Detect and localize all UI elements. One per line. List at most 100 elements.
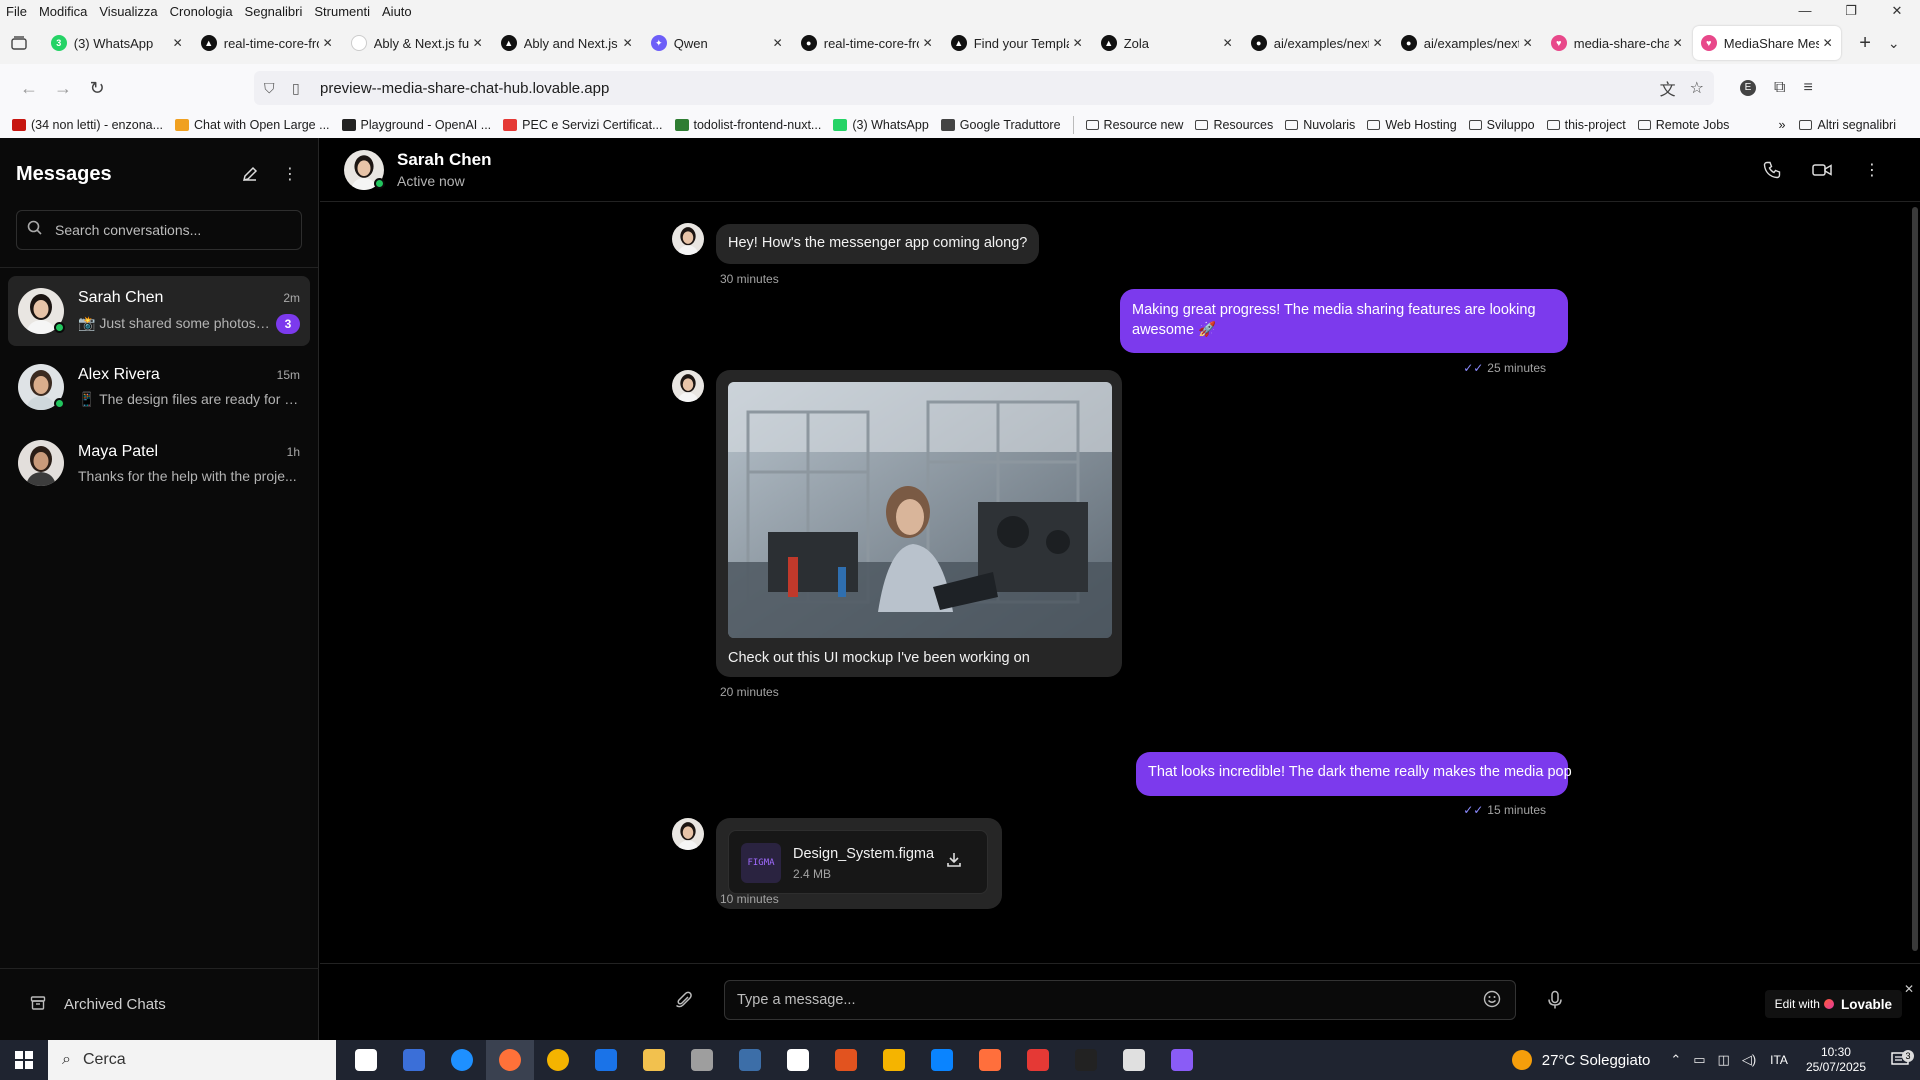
browser-tab[interactable]: 3 (3) WhatsApp ✕ bbox=[43, 26, 191, 60]
tab-list-icon[interactable] bbox=[6, 29, 33, 57]
archived-chats-button[interactable]: Archived Chats bbox=[0, 968, 319, 1040]
conversation-item[interactable]: Sarah Chen 2m 📸 Just shared some photos ..… bbox=[8, 276, 310, 346]
menu-cronologia[interactable]: Cronologia bbox=[164, 4, 239, 19]
chevron-up-icon[interactable]: ⌃ bbox=[1670, 1052, 1681, 1068]
bookmark-link[interactable]: PEC e Servizi Certificat... bbox=[503, 118, 663, 132]
search-input[interactable] bbox=[55, 222, 291, 238]
avatar[interactable] bbox=[344, 149, 385, 190]
browser-tab[interactable]: ▲ Find your Templat ✕ bbox=[943, 26, 1091, 60]
message-input-box[interactable] bbox=[724, 980, 1516, 1020]
menu-strumenti[interactable]: Strumenti bbox=[308, 4, 376, 19]
browser-tab[interactable]: ▲ Ably and Next.js S ✕ bbox=[493, 26, 641, 60]
notepad-icon[interactable] bbox=[774, 1040, 822, 1080]
download-icon[interactable] bbox=[945, 851, 965, 871]
task-view-icon[interactable] bbox=[342, 1040, 390, 1080]
volume-icon[interactable]: ◁) bbox=[1742, 1052, 1756, 1068]
bookmark-link[interactable]: (34 non letti) - enzona... bbox=[12, 118, 163, 132]
menu-modifica[interactable]: Modifica bbox=[33, 4, 93, 19]
back-icon[interactable]: ← bbox=[12, 73, 46, 103]
menu-visualizza[interactable]: Visualizza bbox=[93, 4, 163, 19]
bookmark-link[interactable]: Google Traduttore bbox=[940, 118, 1061, 132]
weather-widget[interactable]: 27°C Soleggiato bbox=[1511, 1050, 1650, 1070]
bookmark-link[interactable]: todolist-frontend-nuxt... bbox=[674, 118, 821, 132]
bookmark-folder[interactable]: Nuvolaris bbox=[1285, 118, 1355, 132]
profile-icon[interactable]: E bbox=[1740, 80, 1756, 96]
message-input[interactable] bbox=[737, 992, 1483, 1008]
taskbar-search[interactable]: ⌕ Cerca bbox=[48, 1040, 336, 1080]
app-icon[interactable] bbox=[822, 1040, 870, 1080]
app-icon[interactable] bbox=[726, 1040, 774, 1080]
message-bubble[interactable]: Making great progress! The media sharing… bbox=[1120, 289, 1568, 353]
translate-icon[interactable]: 文 bbox=[1660, 76, 1676, 100]
browser-tab[interactable]: ▲ Zola ✕ bbox=[1093, 26, 1241, 60]
browser-tab[interactable]: Ably & Next.js fundar ✕ bbox=[343, 26, 491, 60]
windows-start-icon[interactable] bbox=[0, 1040, 48, 1080]
edit-with-lovable-badge[interactable]: Edit with Lovable bbox=[1764, 990, 1902, 1018]
app-icon[interactable] bbox=[1110, 1040, 1158, 1080]
browser-tab[interactable]: ✦ Qwen ✕ bbox=[643, 26, 791, 60]
conversation-item[interactable]: Alex Rivera 15m 📱 The design files are rea… bbox=[8, 352, 310, 422]
menu-segnalibri[interactable]: Segnalibri bbox=[239, 4, 309, 19]
browser-tab[interactable]: ♥ MediaShare Mes: ✕ bbox=[1692, 26, 1841, 60]
browser-tab[interactable]: ▲ real-time-core-fro ✕ bbox=[193, 26, 341, 60]
minimize-icon[interactable]: — bbox=[1782, 3, 1828, 19]
video-call-icon[interactable] bbox=[1810, 158, 1834, 182]
scrollbar[interactable] bbox=[1912, 207, 1918, 955]
message-bubble[interactable]: That looks incredible! The dark theme re… bbox=[1136, 752, 1572, 796]
close-tab-icon[interactable]: ✕ bbox=[1073, 36, 1083, 50]
bookmark-folder[interactable]: Web Hosting bbox=[1367, 118, 1457, 132]
emoji-icon[interactable] bbox=[1483, 990, 1503, 1010]
close-tab-icon[interactable]: ✕ bbox=[773, 36, 783, 50]
conversation-item[interactable]: Maya Patel 1h Thanks for the help with the… bbox=[8, 428, 310, 498]
app-menu-icon[interactable]: ≡ bbox=[1803, 79, 1812, 97]
bookmark-folder[interactable]: Resources bbox=[1195, 118, 1273, 132]
more-vertical-icon[interactable]: ⋮ bbox=[1860, 158, 1884, 182]
bookmark-link[interactable]: (3) WhatsApp bbox=[833, 118, 929, 132]
browser-tab[interactable]: ● real-time-core-fro ✕ bbox=[793, 26, 941, 60]
url-text[interactable]: preview--media-share-chat-hub.lovable.ap… bbox=[320, 80, 1646, 97]
other-bookmarks-folder[interactable]: Altri segnalibri bbox=[1799, 118, 1896, 132]
bookmark-link[interactable]: Playground - OpenAI ... bbox=[341, 118, 491, 132]
scrollbar-thumb[interactable] bbox=[1912, 207, 1918, 951]
message-bubble[interactable]: Hey! How's the messenger app coming alon… bbox=[716, 224, 1040, 264]
reload-icon[interactable]: ↻ bbox=[80, 73, 114, 103]
close-tab-icon[interactable]: ✕ bbox=[1823, 36, 1833, 50]
close-tab-icon[interactable]: ✕ bbox=[173, 36, 183, 50]
vscode-icon[interactable] bbox=[918, 1040, 966, 1080]
close-window-icon[interactable]: ✕ bbox=[1874, 3, 1920, 19]
star-icon[interactable]: ☆ bbox=[1690, 78, 1704, 98]
app-icon[interactable] bbox=[1014, 1040, 1062, 1080]
close-icon[interactable]: ✕ bbox=[1904, 982, 1914, 996]
app-icon[interactable] bbox=[1158, 1040, 1206, 1080]
bookmark-folder[interactable]: Resource new bbox=[1085, 118, 1183, 132]
app-icon[interactable] bbox=[1062, 1040, 1110, 1080]
address-bar[interactable]: ⛉ ▯ preview--media-share-chat-hub.lovabl… bbox=[254, 71, 1714, 105]
bookmark-folder[interactable]: Sviluppo bbox=[1468, 118, 1535, 132]
forward-icon[interactable]: → bbox=[46, 73, 80, 103]
new-tab-icon[interactable]: + bbox=[1851, 32, 1880, 55]
chrome-icon[interactable] bbox=[534, 1040, 582, 1080]
menu-file[interactable]: File bbox=[0, 4, 33, 19]
more-vertical-icon[interactable]: ⋮ bbox=[278, 162, 302, 186]
bookmark-folder[interactable]: Remote Jobs bbox=[1637, 118, 1729, 132]
bookmark-link[interactable]: Chat with Open Large ... bbox=[175, 118, 330, 132]
search-box[interactable] bbox=[16, 210, 302, 250]
compose-icon[interactable] bbox=[238, 162, 262, 186]
paperclip-icon[interactable] bbox=[674, 990, 696, 1012]
bookmark-folder[interactable]: this-project bbox=[1546, 118, 1626, 132]
edge-icon[interactable] bbox=[438, 1040, 486, 1080]
app-icon[interactable] bbox=[678, 1040, 726, 1080]
file-attachment[interactable]: FIGMA Design_System.figma 2.4 MB bbox=[728, 830, 988, 894]
image-message-bubble[interactable]: Check out this UI mockup I've been worki… bbox=[716, 370, 1122, 677]
close-tab-icon[interactable]: ✕ bbox=[1223, 36, 1233, 50]
close-tab-icon[interactable]: ✕ bbox=[1673, 36, 1683, 50]
app-icon[interactable] bbox=[966, 1040, 1014, 1080]
file-explorer-icon[interactable] bbox=[630, 1040, 678, 1080]
close-tab-icon[interactable]: ✕ bbox=[323, 36, 333, 50]
close-tab-icon[interactable]: ✕ bbox=[1373, 36, 1383, 50]
browser-tab[interactable]: ● ai/examples/next ✕ bbox=[1243, 26, 1391, 60]
clock[interactable]: 10:30 25/07/2025 bbox=[1806, 1045, 1866, 1075]
chevron-down-icon[interactable]: ⌄ bbox=[1879, 35, 1908, 52]
notifications-icon[interactable]: 3 bbox=[1880, 1050, 1920, 1068]
menu-aiuto[interactable]: Aiuto bbox=[376, 4, 418, 19]
